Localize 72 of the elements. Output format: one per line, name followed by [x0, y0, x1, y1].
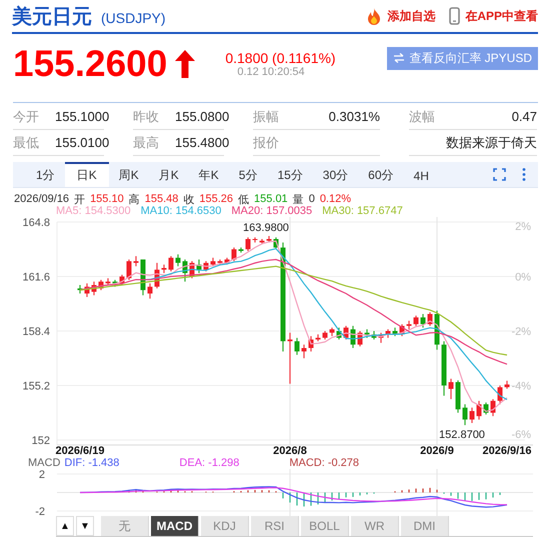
quote-time: 0.12 10:20:54 [237, 66, 305, 78]
date-label: 2026/9 [420, 445, 454, 457]
scroll-button[interactable]: ▼ [76, 516, 94, 536]
price-annotation: 163.9800 [243, 222, 289, 234]
stat-label: 最高 [133, 134, 160, 152]
info-value: 155.26 [199, 193, 234, 205]
period-tab[interactable]: 1分 [26, 162, 65, 187]
period-tab[interactable]: 日K [64, 162, 109, 187]
date-label: 2026/8 [273, 445, 307, 457]
period-tab[interactable]: 60分 [358, 162, 404, 187]
percent-label: -4% [511, 380, 531, 392]
period-tab[interactable]: 年K [188, 162, 229, 187]
period-tab[interactable]: 5分 [228, 162, 268, 187]
info-label: 低 [238, 192, 250, 206]
ma-legend: MA10: 154.6530 [140, 205, 222, 217]
period-tab[interactable]: 周K [108, 162, 149, 187]
date-label: 2026/6/19 [56, 445, 104, 457]
action-link[interactable]: 在APP中查看 [465, 8, 538, 24]
axis-label: -2 [35, 506, 45, 516]
info-value: 155.10 [90, 193, 124, 205]
period-tab[interactable]: 30分 [312, 162, 358, 187]
stat-label: 最低 [13, 134, 40, 152]
info-label: 高 [128, 192, 140, 206]
macd-legend: DEA: -1.298 [179, 457, 240, 469]
scroll-button[interactable]: ▲ [56, 516, 74, 536]
percent-label: -6% [511, 429, 531, 441]
action-link[interactable]: 添加自选 [387, 8, 436, 24]
bar-date: 2026/09/16 [14, 193, 70, 205]
info-label: 开 [74, 192, 86, 206]
price-change: 0.1800 (0.1161%) [225, 50, 336, 66]
stat-value: 155.0800 [175, 109, 230, 124]
date-label: 2026/9/16 [482, 445, 532, 457]
stat-value: 数据来源于倚天 [446, 134, 537, 152]
percent-label: -2% [511, 326, 531, 338]
indicator-name: MACD [28, 457, 60, 469]
ma-legend: MA30: 157.6747 [322, 205, 403, 217]
info-value: 155.48 [144, 193, 178, 205]
stat-label: 今开 [13, 108, 40, 126]
currency-code: (USDJPY) [101, 10, 166, 26]
stat-label: 振幅 [253, 108, 280, 126]
price-annotation: 152.8700 [439, 429, 485, 442]
info-value: 0 [308, 193, 315, 205]
period-tab[interactable]: 15分 [267, 162, 313, 187]
axis-label: 164.8 [22, 217, 50, 229]
info-label: 收 [183, 192, 194, 206]
stat-value: 155.4800 [175, 135, 230, 150]
info-value: 155.01 [254, 193, 288, 205]
axis-label: 161.6 [22, 272, 50, 284]
ma-legend: MA5: 154.5300 [56, 205, 131, 217]
macd-legend: DIF: -1.438 [64, 457, 120, 469]
period-tab[interactable]: 4H [404, 162, 439, 187]
macd-legend: MACD: -0.278 [289, 457, 360, 469]
stat-label: 报价 [253, 134, 280, 152]
stat-label: 昨收 [133, 108, 160, 126]
info-value: 0.12% [320, 193, 352, 205]
stat-value: 155.0100 [55, 135, 110, 150]
stat-value: 0.47 [512, 109, 537, 124]
axis-label: 2 [38, 469, 45, 481]
info-label: 量 [292, 192, 304, 206]
stat-value: 0.3031% [328, 109, 380, 124]
percent-label: 2% [515, 221, 531, 233]
axis-label: 155.2 [22, 380, 50, 392]
axis-label: 152 [32, 435, 50, 447]
page-title: 美元日元 [12, 4, 92, 30]
axis-label: 158.4 [22, 326, 50, 338]
ma-legend: MA20: 157.0035 [231, 205, 312, 217]
current-price: 155.2600 [13, 43, 168, 85]
stat-value: 155.1000 [55, 109, 110, 124]
indicator-tab[interactable]: MACD [151, 516, 199, 536]
period-tab[interactable]: 月K [148, 162, 189, 187]
stat-label: 波幅 [409, 108, 436, 126]
percent-label: 0% [515, 272, 531, 284]
